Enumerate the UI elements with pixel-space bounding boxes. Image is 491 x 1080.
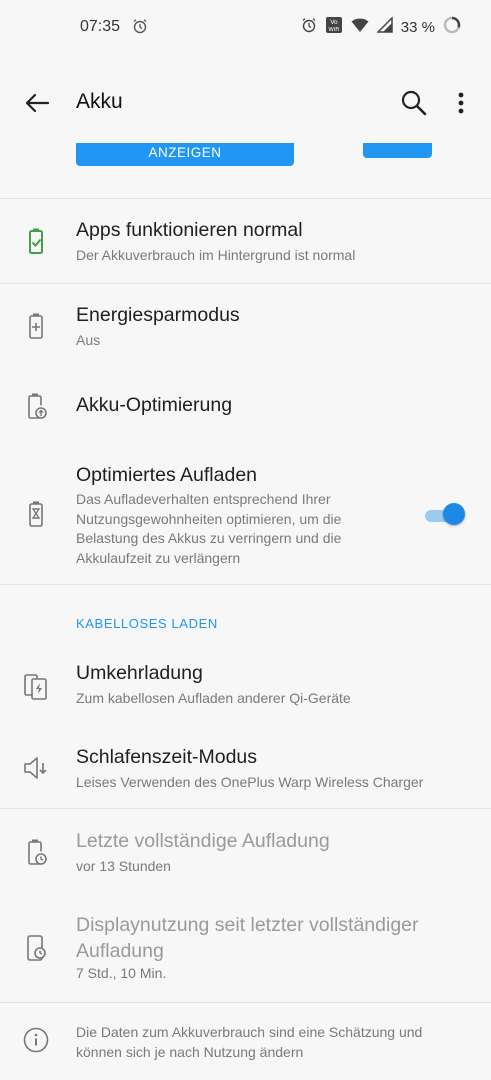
status-icons: Vo WiFi 33 % bbox=[301, 16, 461, 38]
toggle-knob bbox=[443, 503, 465, 525]
item-subtitle: Aus bbox=[76, 332, 101, 348]
item-subtitle: Leises Verwenden des OnePlus Warp Wirele… bbox=[76, 774, 424, 790]
status-time: 07:35 bbox=[80, 18, 121, 35]
app-bar: Akku bbox=[0, 66, 491, 142]
alarm-icon bbox=[301, 17, 317, 37]
battery-optimize-icon bbox=[22, 392, 50, 420]
screen-usage-icon bbox=[22, 934, 50, 962]
show-button[interactable]: ANZEIGEN bbox=[76, 143, 294, 166]
last-full-charge-item: Letzte vollständige Aufladung vor 13 Stu… bbox=[0, 812, 491, 896]
item-title: Akku-Optimierung bbox=[76, 394, 233, 416]
energy-saver-item[interactable]: Energiesparmodus Aus bbox=[0, 284, 491, 368]
optimized-charging-toggle[interactable] bbox=[423, 503, 465, 525]
item-subtitle: Zum kabellosen Aufladen anderer Qi-Gerät… bbox=[76, 690, 351, 706]
apps-normal-item[interactable]: Apps funktionieren normal Der Akkuverbra… bbox=[0, 199, 491, 283]
item-subtitle: 7 Std., 10 Min. bbox=[76, 965, 167, 981]
item-subtitle: Der Akkuverbrauch im Hintergrund ist nor… bbox=[76, 247, 356, 263]
divider bbox=[0, 1002, 491, 1003]
battery-optimization-item[interactable]: Akku-Optimierung bbox=[0, 370, 491, 442]
bedtime-mode-item[interactable]: Schlafenszeit-Modus Leises Verwenden des… bbox=[0, 732, 491, 808]
speaker-low-icon bbox=[22, 754, 50, 782]
battery-ring-icon bbox=[443, 16, 461, 38]
wifi-icon bbox=[351, 17, 369, 37]
battery-saver-icon bbox=[22, 312, 50, 340]
battery-hourglass-icon bbox=[22, 500, 50, 528]
volte-wifi-icon: Vo WiFi bbox=[325, 16, 343, 38]
more-vert-icon[interactable] bbox=[451, 88, 471, 118]
section-header: KABELLOSES LADEN bbox=[76, 616, 218, 631]
item-title: Letzte vollständige Aufladung bbox=[76, 830, 330, 852]
status-bar: 07:35 Vo WiFi 33 % bbox=[0, 0, 491, 54]
signal-icon bbox=[375, 16, 393, 37]
item-title: Umkehrladung bbox=[76, 662, 203, 684]
item-title: Energiesparmodus bbox=[76, 304, 240, 326]
item-subtitle: vor 13 Stunden bbox=[76, 858, 171, 874]
info-icon bbox=[22, 1026, 50, 1054]
reverse-charging-item[interactable]: Umkehrladung Zum kabellosen Aufladen and… bbox=[0, 648, 491, 728]
arrow-back-icon[interactable] bbox=[22, 88, 52, 118]
battery-clock-icon bbox=[22, 838, 50, 866]
item-title: Apps funktionieren normal bbox=[76, 219, 303, 241]
secondary-button[interactable] bbox=[363, 143, 432, 158]
page-title: Akku bbox=[76, 90, 123, 113]
item-title: Schlafenszeit-Modus bbox=[76, 746, 258, 768]
battery-percent: 33 % bbox=[400, 18, 435, 36]
optimized-charging-item[interactable]: Optimiertes Aufladen Das Aufladeverhalte… bbox=[0, 450, 491, 584]
battery-ok-icon bbox=[22, 227, 50, 255]
alarm-icon bbox=[132, 18, 148, 39]
screen-usage-item: Displaynutzung seit letzter vollständige… bbox=[0, 898, 491, 1002]
divider bbox=[0, 808, 491, 809]
svg-text:WiFi: WiFi bbox=[328, 27, 340, 33]
item-title: Optimiertes Aufladen bbox=[76, 464, 258, 486]
item-title: Displaynutzung seit letzter vollständige… bbox=[76, 914, 419, 962]
reverse-charge-icon bbox=[22, 672, 50, 700]
search-icon[interactable] bbox=[399, 88, 429, 118]
item-subtitle: Das Aufladeverhalten entsprechend Ihrer … bbox=[76, 491, 342, 566]
divider bbox=[0, 584, 491, 585]
footer-note: Die Daten zum Akkuverbrauch sind eine Sc… bbox=[76, 1024, 423, 1060]
svg-text:Vo: Vo bbox=[330, 19, 338, 26]
